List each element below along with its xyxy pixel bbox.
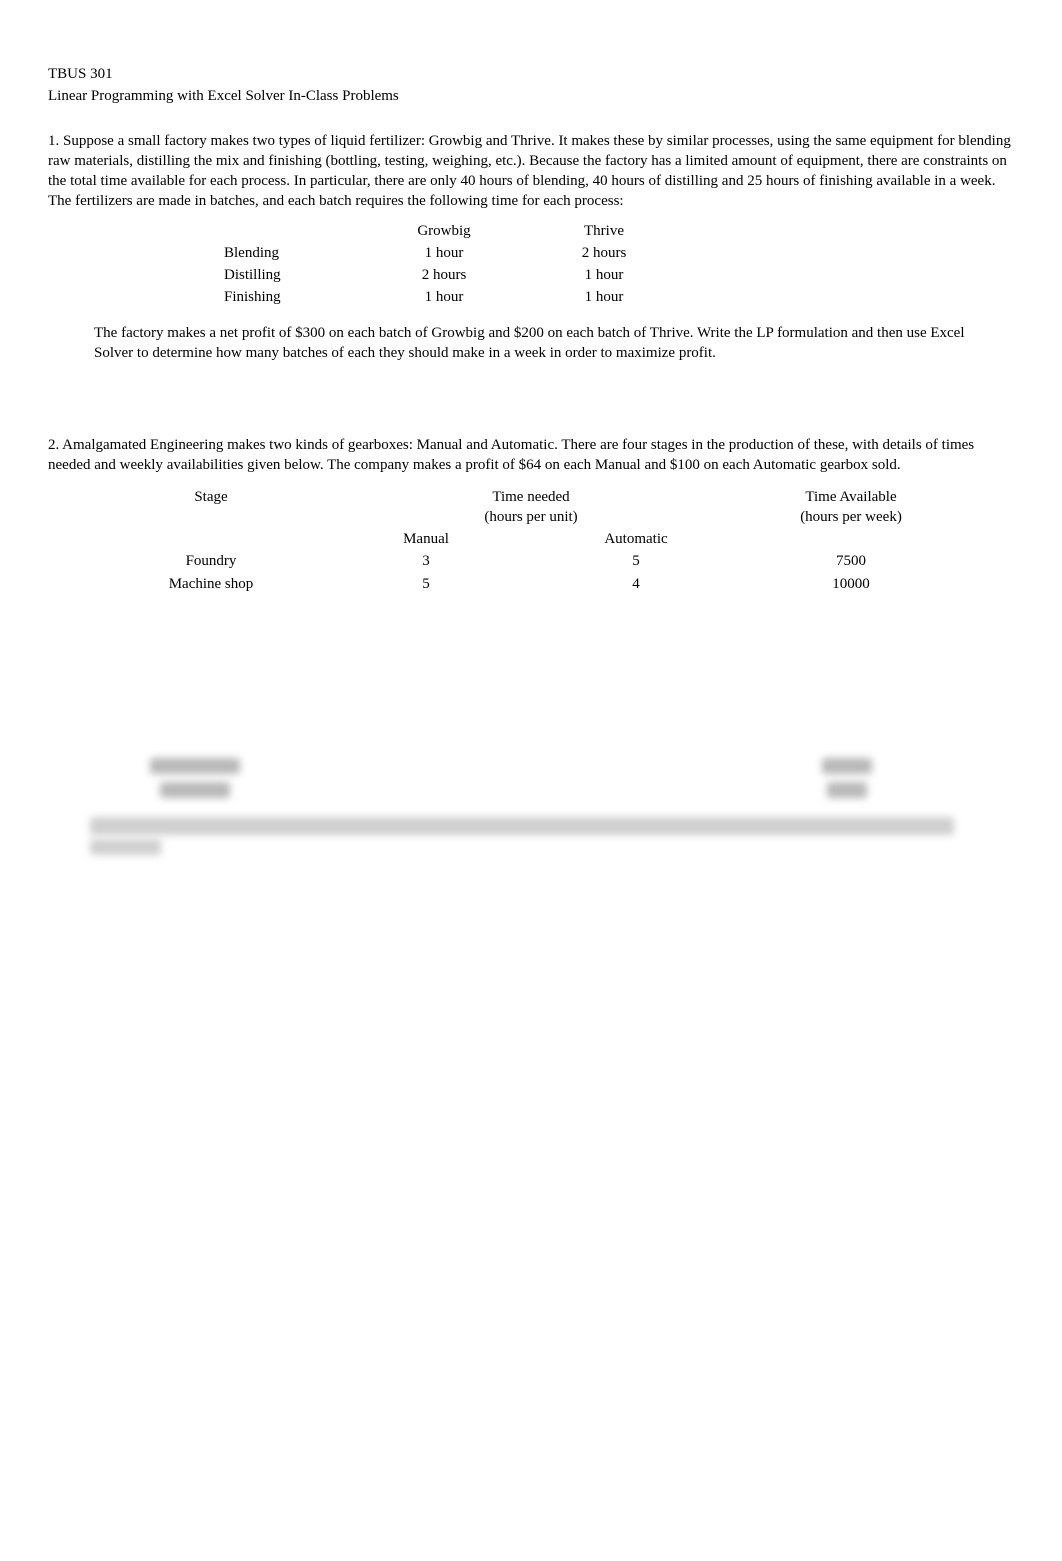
table-cell: 1 hour bbox=[364, 242, 524, 264]
table-cell: Distilling bbox=[214, 264, 364, 286]
table-row: Machine shop 5 4 10000 bbox=[101, 573, 961, 595]
table-cell: Foundry bbox=[101, 550, 321, 572]
obscured-row bbox=[90, 755, 972, 777]
problem-2-intro: 2. Amalgamated Engineering makes two kin… bbox=[48, 435, 1014, 476]
table-row: Blending 1 hour 2 hours bbox=[214, 242, 684, 264]
table-cell: 1 hour bbox=[364, 286, 524, 308]
table-cell: 2 hours bbox=[364, 264, 524, 286]
table-cell: 7500 bbox=[741, 550, 961, 572]
time-needed-label: Time needed bbox=[492, 489, 569, 505]
table-cell: 1 hour bbox=[524, 286, 684, 308]
table-header-row: Growbig Thrive bbox=[214, 220, 684, 242]
table-header-cell: Time needed (hours per unit) bbox=[321, 486, 741, 529]
table-row: Foundry 3 5 7500 bbox=[101, 550, 961, 572]
problem-1-intro: 1. Suppose a small factory makes two typ… bbox=[48, 131, 1014, 212]
table-cell: 3 bbox=[321, 550, 531, 572]
obscured-text bbox=[90, 817, 954, 835]
table-subheader-cell: Manual bbox=[321, 528, 531, 550]
table-header-row: Stage Time needed (hours per unit) Time … bbox=[101, 486, 961, 529]
course-code: TBUS 301 bbox=[48, 64, 1014, 84]
document-subtitle: Linear Programming with Excel Solver In-… bbox=[48, 86, 1014, 106]
table-cell: 5 bbox=[321, 573, 531, 595]
table-row: Finishing 1 hour 1 hour bbox=[214, 286, 684, 308]
problem-1: 1. Suppose a small factory makes two typ… bbox=[48, 131, 1014, 364]
time-available-label: Time Available bbox=[805, 489, 896, 505]
table-header-cell: Thrive bbox=[524, 220, 684, 242]
table-header-cell: Time Available (hours per week) bbox=[741, 486, 961, 529]
time-needed-sublabel: (hours per unit) bbox=[484, 509, 577, 525]
problem-1-table: Growbig Thrive Blending 1 hour 2 hours D… bbox=[214, 220, 684, 309]
table-cell-empty bbox=[741, 528, 961, 550]
table-cell: 1 hour bbox=[524, 264, 684, 286]
table-cell: 4 bbox=[531, 573, 741, 595]
time-available-sublabel: (hours per week) bbox=[800, 509, 902, 525]
obscured-text bbox=[90, 839, 161, 855]
problem-2-table: Stage Time needed (hours per unit) Time … bbox=[101, 486, 961, 595]
table-header-cell: Growbig bbox=[364, 220, 524, 242]
document-header: TBUS 301 Linear Programming with Excel S… bbox=[48, 64, 1014, 107]
table-subheader-cell: Automatic bbox=[531, 528, 741, 550]
table-cell: 2 hours bbox=[524, 242, 684, 264]
table-cell: 5 bbox=[531, 550, 741, 572]
table-cell: 10000 bbox=[741, 573, 961, 595]
problem-1-followup: The factory makes a net profit of $300 o… bbox=[94, 323, 994, 364]
table-cell: Machine shop bbox=[101, 573, 321, 595]
problem-2: 2. Amalgamated Engineering makes two kin… bbox=[48, 435, 1014, 595]
table-cell: Blending bbox=[214, 242, 364, 264]
obscured-row bbox=[90, 779, 972, 801]
table-header-cell bbox=[214, 220, 364, 242]
table-header-cell: Stage bbox=[101, 486, 321, 551]
obscured-content bbox=[90, 755, 972, 855]
table-cell: Finishing bbox=[214, 286, 364, 308]
table-row: Distilling 2 hours 1 hour bbox=[214, 264, 684, 286]
